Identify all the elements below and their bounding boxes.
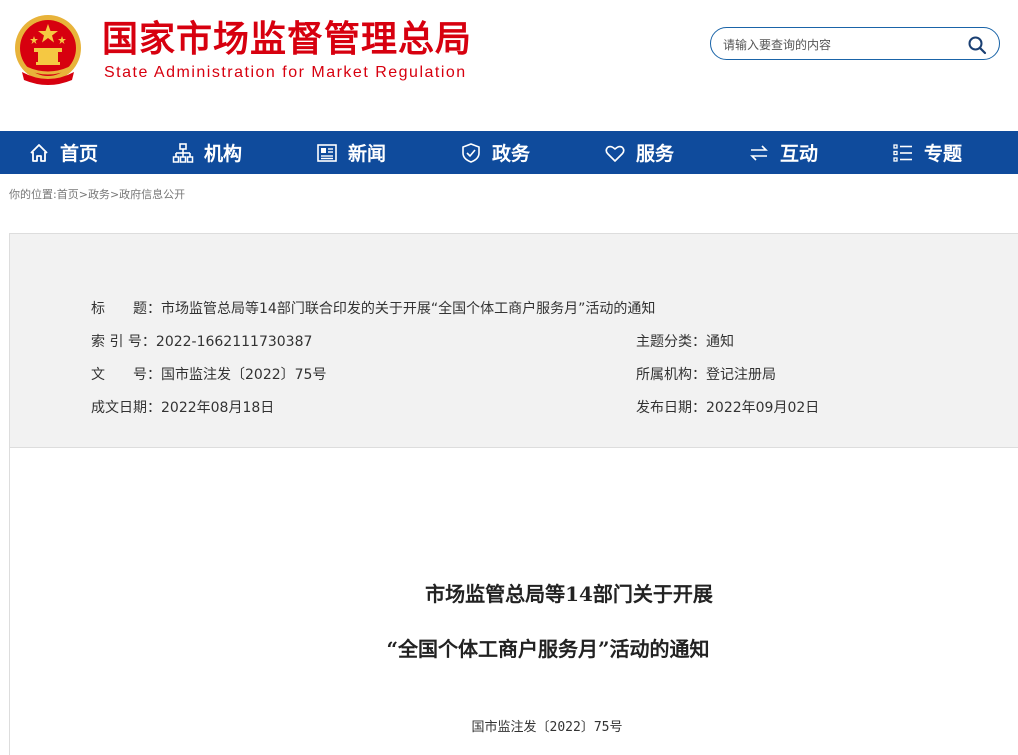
nav-label: 新闻: [348, 143, 387, 165]
search-input[interactable]: [721, 34, 965, 56]
nav-item-services[interactable]: 服务: [604, 131, 674, 174]
breadcrumb-separator: >: [78, 188, 88, 201]
info-written-date-value: 2022年08月18日: [161, 400, 275, 416]
nav-item-home[interactable]: 首页: [28, 131, 98, 174]
search-box: [710, 27, 1000, 60]
breadcrumb-prefix: 你的位置:: [9, 188, 57, 201]
site-subtitle: State Administration for Market Regulati…: [104, 64, 467, 81]
main-nav: 首页 机构 新闻 政务 服务 互动 专题: [0, 131, 1018, 174]
breadcrumb-info-disclosure[interactable]: 政府信息公开: [119, 188, 185, 201]
info-published-date-label: 发布日期：: [636, 400, 706, 416]
info-index-row: 索 引 号：2022-1662111730387: [91, 331, 312, 351]
info-published-date-row: 发布日期：2022年09月02日: [636, 397, 819, 417]
site-title: 国家市场监督管理总局: [102, 19, 473, 60]
nav-label: 互动: [780, 143, 819, 165]
nav-label: 政务: [492, 143, 531, 165]
nav-item-interaction[interactable]: 互动: [748, 131, 818, 174]
nav-item-government-affairs[interactable]: 政务: [460, 131, 530, 174]
info-index-value: 2022-1662111730387: [155, 334, 313, 350]
document-title-line2: “全国个体工商户服务月”活动的通知: [386, 637, 710, 661]
info-title-row: 标 题：市场监管总局等14部门联合印发的关于开展“全国个体工商户服务月”活动的通…: [91, 298, 655, 318]
breadcrumb: 你的位置:首页>政务>政府信息公开: [9, 186, 185, 202]
breadcrumb-separator: >: [109, 188, 120, 201]
breadcrumb-home[interactable]: 首页: [57, 188, 79, 201]
info-index-label: 索 引 号：: [91, 334, 156, 350]
info-docno-value: 国市监注发〔2022〕75号: [161, 367, 327, 383]
heart-icon: [605, 145, 625, 162]
document-number: 国市监注发〔2022〕75号: [471, 720, 623, 735]
nav-label: 首页: [60, 143, 99, 165]
info-title-value: 市场监管总局等14部门联合印发的关于开展“全国个体工商户服务月”活动的通知: [161, 301, 656, 317]
list-icon: [893, 143, 912, 162]
info-title-label: 标 题：: [91, 301, 161, 317]
info-category-label: 主题分类：: [636, 334, 706, 350]
nav-label: 服务: [636, 143, 675, 165]
info-org-label: 所属机构：: [636, 367, 706, 383]
shield-icon: [462, 142, 480, 163]
search-icon[interactable]: [967, 35, 987, 55]
national-emblem-logo[interactable]: [12, 12, 84, 88]
info-published-date-value: 2022年09月02日: [706, 400, 820, 416]
site-header: 国家市场监督管理总局 State Administration for Mark…: [0, 0, 1018, 131]
info-written-date-row: 成文日期：2022年08月18日: [91, 397, 274, 417]
exchange-icon: [750, 144, 768, 161]
info-docno-label: 文 号：: [91, 367, 161, 383]
home-icon: [30, 143, 48, 162]
nav-item-topics[interactable]: 专题: [892, 131, 962, 174]
info-org-value: 登记注册局: [706, 367, 776, 383]
info-category-value: 通知: [706, 334, 734, 350]
document-title-line1: 市场监管总局等14部门关于开展: [425, 582, 713, 606]
nav-label: 专题: [924, 143, 963, 165]
info-written-date-label: 成文日期：: [91, 400, 161, 416]
breadcrumb-government-affairs[interactable]: 政务: [88, 188, 110, 201]
nav-item-organization[interactable]: 机构: [172, 131, 242, 174]
org-chart-icon: [172, 142, 194, 163]
newspaper-icon: [317, 143, 337, 162]
info-category-row: 主题分类：通知: [636, 331, 734, 351]
nav-label: 机构: [204, 143, 243, 165]
info-org-row: 所属机构：登记注册局: [636, 364, 776, 384]
info-docno-row: 文 号：国市监注发〔2022〕75号: [91, 364, 326, 384]
nav-item-news[interactable]: 新闻: [316, 131, 386, 174]
